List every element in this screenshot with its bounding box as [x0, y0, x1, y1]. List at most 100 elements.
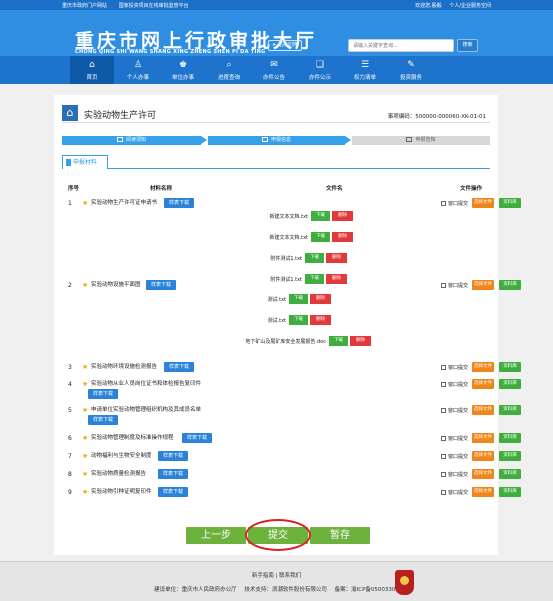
logo-word: CHONG — [75, 49, 97, 55]
col-header-seq: 序号 — [68, 186, 80, 192]
logo-word: ZHENG — [190, 49, 212, 55]
user-space-link[interactable]: 个人/企业服务空间 — [449, 3, 491, 9]
download-button[interactable]: 下载 — [289, 294, 308, 304]
main-panel: ⌂ 实验动物生产许可 事项编码：500000-000060-XK-01-01 阅… — [54, 95, 521, 555]
tab-materials[interactable]: 申报材料 — [62, 155, 108, 169]
window-submit-checkbox[interactable] — [441, 408, 446, 413]
logo-word: XING — [173, 49, 189, 55]
sample-download-button[interactable]: 样表下载 — [182, 433, 213, 443]
nav-item-6[interactable]: ☰ 权力清单 — [343, 56, 387, 84]
sample-download-button[interactable]: 样表下载 — [88, 389, 119, 399]
delete-button[interactable]: 删除 — [332, 232, 353, 242]
sample-download-button[interactable]: 样表下载 — [158, 469, 189, 479]
select-file-button[interactable]: 选择文件 — [472, 362, 494, 372]
window-submit-checkbox[interactable] — [441, 472, 446, 477]
nav-item-7[interactable]: ✎ 投资服务 — [389, 56, 433, 84]
delete-button[interactable]: 删除 — [310, 315, 331, 325]
star-icon: ★ — [82, 470, 89, 478]
material-library-button[interactable]: 资料库 — [499, 451, 521, 461]
sample-download-button[interactable]: 样表下载 — [88, 415, 119, 425]
nav-item-5[interactable]: ❏ 办件公示 — [298, 56, 342, 84]
window-submit-checkbox[interactable] — [441, 382, 446, 387]
nav-item-4[interactable]: ✉ 办件公告 — [252, 56, 296, 84]
site-switch-button[interactable]: ➤ 站点切换 — [268, 40, 302, 51]
nav-item-label: 权力清单 — [353, 75, 376, 81]
gov-badge-icon[interactable] — [395, 570, 414, 595]
material-library-button[interactable]: 资料库 — [499, 379, 521, 389]
delete-button[interactable]: 删除 — [350, 336, 371, 346]
window-submit-label: 窗口提交 — [448, 201, 469, 207]
material-library-button[interactable]: 资料库 — [499, 198, 521, 208]
window-submit-label: 窗口提交 — [448, 436, 469, 442]
nav-item-0[interactable]: ⌂ 首页 — [70, 56, 114, 84]
sample-download-button[interactable]: 样表下载 — [158, 451, 189, 461]
window-submit-checkbox[interactable] — [441, 201, 446, 206]
material-name: 实验动物管理制度及标准操作规程 — [91, 435, 174, 441]
nav-item-label: 个人办事 — [126, 75, 149, 81]
progress-steps: 阅读须知 申报信息 申报告知 — [62, 136, 490, 145]
select-file-button[interactable]: 选择文件 — [472, 451, 494, 461]
material-name: 实验动物生产许可证申请书 — [91, 200, 158, 206]
sample-download-button[interactable]: 样表下载 — [146, 280, 177, 290]
delete-button[interactable]: 删除 — [310, 294, 331, 304]
material-library-button[interactable]: 资料库 — [499, 487, 521, 497]
material-library-button[interactable]: 资料库 — [499, 280, 521, 290]
prev-step-button[interactable]: 上一步 — [186, 527, 246, 544]
select-file-button[interactable]: 选择文件 — [472, 280, 494, 290]
material-library-button[interactable]: 资料库 — [499, 469, 521, 479]
window-submit-checkbox[interactable] — [441, 454, 446, 459]
footer-links[interactable]: 新手指南 | 联系我们 — [0, 571, 553, 579]
step-label: 申报信息 — [270, 137, 291, 143]
select-file-button[interactable]: 选择文件 — [472, 405, 494, 415]
select-file-button[interactable]: 选择文件 — [472, 379, 494, 389]
star-icon: ★ — [82, 434, 89, 442]
download-button[interactable]: 下载 — [289, 315, 308, 325]
download-button[interactable]: 下载 — [329, 336, 348, 346]
step-label: 申报告知 — [415, 137, 436, 143]
nav-item-1[interactable]: ♙ 个人办事 — [116, 56, 160, 84]
file-name: 测试.txt — [267, 297, 286, 303]
window-submit-checkbox[interactable] — [441, 365, 446, 370]
star-icon: ★ — [82, 281, 89, 289]
search-button[interactable]: 搜索 — [457, 39, 478, 52]
download-button[interactable]: 下载 — [305, 253, 324, 263]
window-submit-checkbox[interactable] — [441, 490, 446, 495]
gov-portal-link[interactable]: 重庆市政府门户网站 — [62, 3, 107, 9]
nav-item-label: 进度查询 — [217, 75, 240, 81]
material-library-button[interactable]: 资料库 — [499, 405, 521, 415]
row-seq: 9 — [68, 489, 72, 496]
logo-word: WANG — [129, 49, 148, 55]
download-button[interactable]: 下载 — [311, 211, 330, 221]
sample-download-button[interactable]: 样表下载 — [158, 487, 189, 497]
window-submit-checkbox[interactable] — [441, 283, 446, 288]
footer-tech-support: 技术支持：浪潮软件股份有限公司 — [244, 587, 327, 593]
window-submit-checkbox[interactable] — [441, 436, 446, 441]
select-file-button[interactable]: 选择文件 — [472, 198, 494, 208]
site-switch-label: 站点切换 — [277, 42, 298, 48]
nav-item-3[interactable]: ⌕ 进度查询 — [207, 56, 251, 84]
select-file-button[interactable]: 选择文件 — [472, 487, 494, 497]
investment-service-icon: ✎ — [407, 60, 415, 70]
save-draft-button[interactable]: 暂存 — [310, 527, 370, 544]
star-icon: ★ — [82, 380, 89, 388]
download-button[interactable]: 下载 — [311, 232, 330, 242]
delete-button[interactable]: 删除 — [326, 253, 347, 263]
search-input[interactable] — [348, 39, 454, 52]
select-file-button[interactable]: 选择文件 — [472, 433, 494, 443]
download-button[interactable]: 下载 — [305, 274, 324, 284]
person-icon: ♙ — [133, 60, 143, 70]
investment-platform-link[interactable]: 国家投资项目在线审批监管平台 — [119, 3, 189, 9]
window-submit-label: 窗口提交 — [448, 490, 469, 496]
delete-button[interactable]: 删除 — [332, 211, 353, 221]
material-name: 动物福利与生物安全制度 — [91, 453, 152, 459]
material-library-button[interactable]: 资料库 — [499, 362, 521, 372]
select-file-button[interactable]: 选择文件 — [472, 469, 494, 479]
file-name: 测试.txt — [267, 318, 286, 324]
nav-item-2[interactable]: ♚ 单位办事 — [161, 56, 205, 84]
col-header-material: 材料名称 — [150, 186, 173, 192]
material-library-button[interactable]: 资料库 — [499, 433, 521, 443]
document-icon — [116, 137, 123, 142]
delete-button[interactable]: 删除 — [326, 274, 347, 284]
sample-download-button[interactable]: 样表下载 — [164, 362, 195, 372]
sample-download-button[interactable]: 样表下载 — [164, 198, 195, 208]
